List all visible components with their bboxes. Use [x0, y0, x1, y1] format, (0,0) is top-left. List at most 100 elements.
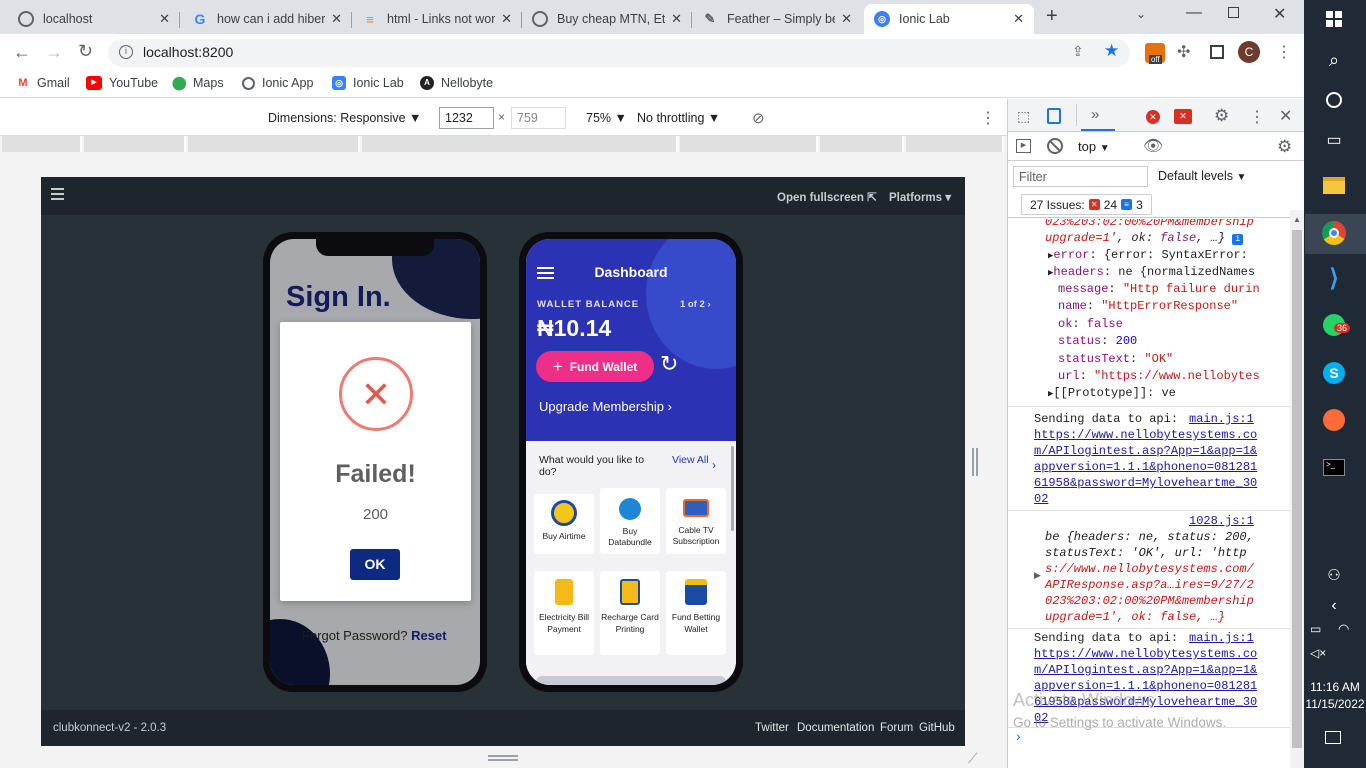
clock-date[interactable]: 11/15/2022 — [1304, 697, 1366, 711]
source-link[interactable]: main.js:1 — [1189, 411, 1254, 428]
source-link[interactable]: 1028.js:1 — [1189, 513, 1254, 530]
ruler-segment[interactable] — [188, 136, 360, 152]
footer-link-github[interactable]: GitHub — [919, 722, 955, 734]
gear-icon[interactable]: ⚙ — [1214, 106, 1229, 126]
volume-muted-icon[interactable]: ◁× — [1310, 646, 1326, 660]
terminal-icon[interactable]: >_ — [1320, 454, 1348, 480]
resize-handle-right[interactable] — [972, 448, 978, 476]
footer-link-forum[interactable]: Forum — [880, 722, 913, 734]
task-view-icon[interactable]: ▭ — [1320, 127, 1348, 153]
tab-stackoverflow[interactable]: ≡ html - Links not wor ✕ — [352, 4, 522, 34]
close-icon[interactable]: ✕ — [501, 11, 512, 27]
scroll-up-icon[interactable]: ▲ — [1291, 215, 1303, 224]
reload-icon[interactable]: ↻ — [78, 41, 93, 62]
ruler-segment[interactable] — [2, 136, 82, 152]
notifications-icon[interactable] — [1325, 731, 1341, 744]
back-icon[interactable]: ← — [13, 42, 31, 63]
kebab-menu-icon[interactable]: ⋮ — [1276, 42, 1292, 62]
service-card-betting[interactable]: Fund Betting Wallet — [666, 571, 726, 655]
rotate-icon[interactable]: ⊘ — [752, 109, 765, 127]
ruler-segment[interactable] — [906, 136, 1004, 152]
eye-icon[interactable]: 👁 — [1143, 136, 1163, 156]
url-link[interactable]: m/APIlogintest.asp?App=1&app=1& — [1034, 662, 1257, 679]
url-link[interactable]: m/APIlogintest.asp?App=1&app=1& — [1034, 443, 1257, 460]
footer-link-documentation[interactable]: Documentation — [797, 722, 874, 734]
reset-link[interactable]: Reset — [411, 628, 446, 643]
console-prompt-icon[interactable]: › — [1016, 728, 1021, 744]
device-options-icon[interactable]: ⋮ — [980, 108, 996, 128]
fund-wallet-button[interactable]: + Fund Wallet — [536, 351, 654, 382]
service-card-databundle[interactable]: Buy Databundle — [600, 488, 660, 554]
upgrade-membership-link[interactable]: Upgrade Membership › — [539, 399, 672, 414]
chevron-right-icon[interactable]: › — [712, 458, 716, 472]
chrome-icon[interactable] — [1320, 220, 1348, 246]
ruler-segment[interactable] — [362, 136, 678, 152]
battery-icon[interactable]: ▭ — [1310, 622, 1321, 636]
service-card-cable-tv[interactable]: Cable TV Subscription — [666, 488, 726, 554]
bookmark-gmail[interactable]: M Gmail — [16, 76, 69, 90]
tab-search-chevron-icon[interactable]: ⌄ — [1136, 7, 1146, 21]
clear-console-icon[interactable] — [1047, 138, 1063, 154]
object-property[interactable]: ▶error: {error: SyntaxError: — [1048, 247, 1248, 265]
resize-handle-bottom[interactable] — [488, 755, 518, 761]
ruler-segment[interactable] — [680, 136, 818, 152]
tab-localhost[interactable]: localhost ✕ — [8, 4, 180, 34]
bookmark-nellobyte[interactable]: A Nellobyte — [420, 76, 493, 90]
refresh-icon[interactable]: ↻ — [660, 351, 678, 377]
open-fullscreen-link[interactable]: Open fullscreen ⇱ — [777, 190, 877, 204]
whatsapp-icon[interactable]: 36 — [1320, 312, 1351, 338]
zoom-select[interactable]: 75% ▼ — [586, 111, 627, 125]
service-card-airtime[interactable]: Buy Airtime — [534, 494, 594, 554]
close-icon[interactable]: ✕ — [1013, 11, 1024, 27]
width-input[interactable]: 1232 — [439, 107, 494, 129]
share-icon[interactable]: ⇪ — [1072, 43, 1084, 60]
url-text[interactable]: localhost:8200 — [143, 44, 233, 60]
ruler-segment[interactable] — [84, 136, 186, 152]
bookmark-star-icon[interactable]: ★ — [1104, 41, 1119, 61]
url-link[interactable]: 61958&password=Myloveheartme_30 — [1034, 475, 1257, 492]
info-icon[interactable]: i — [119, 45, 133, 59]
error-count-icon[interactable]: ✕ — [1146, 110, 1160, 124]
resize-corner-icon[interactable]: ⟋ — [968, 750, 978, 767]
sidebar-toggle-icon[interactable]: ▶ — [1016, 139, 1031, 153]
file-explorer-icon[interactable] — [1320, 172, 1348, 198]
devtools-close-icon[interactable]: ✕ — [1279, 106, 1292, 126]
more-tabs-icon[interactable]: » — [1091, 106, 1099, 123]
address-bar[interactable] — [108, 39, 1130, 67]
info-icon[interactable]: i — [1232, 234, 1244, 245]
cortana-icon[interactable] — [1320, 87, 1348, 113]
close-icon[interactable]: ✕ — [331, 11, 342, 27]
console-settings-icon[interactable]: ⚙ — [1277, 137, 1292, 157]
chevron-left-icon[interactable]: ‹ — [1320, 593, 1348, 619]
url-link[interactable]: https://www.nellobytesystems.co — [1034, 646, 1257, 663]
close-icon[interactable]: ✕ — [671, 11, 682, 27]
platforms-menu[interactable]: Platforms ▾ — [889, 190, 951, 204]
puzzle-icon[interactable]: ✣ — [1177, 42, 1190, 62]
search-icon[interactable]: ⌕ — [1320, 47, 1348, 73]
service-card-recharge[interactable]: Recharge Card Printing — [600, 571, 660, 655]
height-input[interactable]: 759 — [511, 107, 566, 129]
vscode-icon[interactable]: ⟩ — [1320, 265, 1348, 292]
url-link[interactable]: appversion=1.1.1&phoneno=081281 — [1034, 459, 1257, 476]
log-levels-select[interactable]: Default levels ▼ — [1158, 169, 1246, 183]
footer-link-twitter[interactable]: Twitter — [755, 722, 789, 734]
extension-icon[interactable]: off — [1145, 43, 1165, 64]
console-scrollbar-thumb[interactable] — [1292, 230, 1302, 748]
tab-buy-cheap[interactable]: Buy cheap MTN, Etis ✕ — [522, 4, 692, 34]
pager[interactable]: 1 of 2 › — [680, 299, 711, 310]
error-badge-icon[interactable]: ✕ — [1174, 109, 1192, 124]
people-icon[interactable]: ⚇ — [1320, 562, 1348, 588]
view-all-link[interactable]: View All — [672, 454, 712, 466]
bookmark-ionic-app[interactable]: Ionic App — [242, 76, 313, 90]
bookmark-ionic-lab[interactable]: ◎ Ionic Lab — [332, 76, 404, 90]
url-link[interactable]: https://www.nellobytesystems.co — [1034, 427, 1257, 444]
skype-icon[interactable]: S — [1320, 360, 1348, 386]
windows-start-icon[interactable] — [1320, 6, 1348, 32]
throttling-select[interactable]: No throttling ▼ — [637, 111, 720, 125]
url-link[interactable]: 02 — [1034, 491, 1048, 508]
expand-triangle-icon[interactable]: ▶ — [1034, 570, 1041, 581]
filter-input[interactable]: Filter — [1013, 166, 1148, 187]
new-tab-plus-icon[interactable]: + — [1046, 5, 1058, 28]
source-link[interactable]: main.js:1 — [1189, 630, 1254, 647]
window-close-icon[interactable]: ✕ — [1273, 4, 1286, 24]
